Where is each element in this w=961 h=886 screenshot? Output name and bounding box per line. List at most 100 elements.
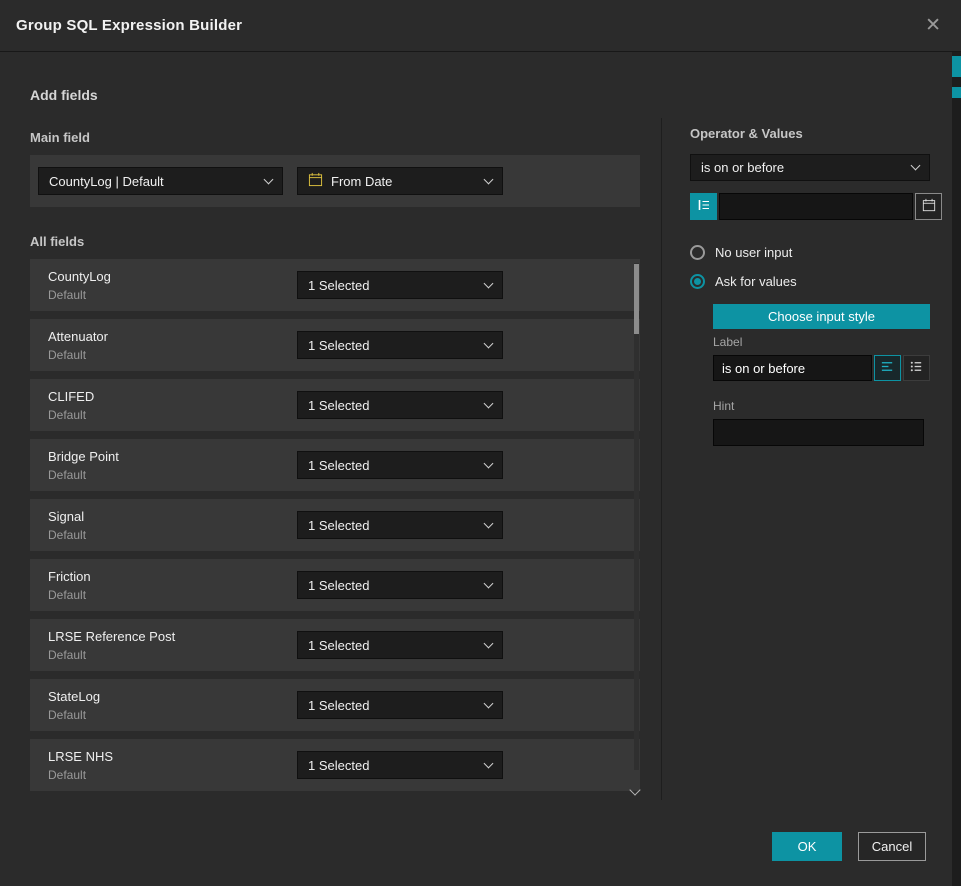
field-select[interactable]: 1 Selected — [297, 571, 503, 599]
field-select-label: 1 Selected — [308, 458, 369, 473]
field-row: StateLog Default 1 Selected — [30, 679, 640, 731]
field-input-mode-button[interactable] — [690, 193, 717, 220]
field-select-label: 1 Selected — [308, 338, 369, 353]
field-name: Signal — [48, 509, 297, 524]
field-select-label: 1 Selected — [308, 638, 369, 653]
field-labels: Signal Default — [48, 509, 297, 542]
chevron-down-icon — [484, 174, 494, 184]
field-select[interactable]: 1 Selected — [297, 631, 503, 659]
chevron-down-icon — [484, 698, 494, 708]
field-select[interactable]: 1 Selected — [297, 331, 503, 359]
align-left-icon — [880, 359, 895, 377]
field-row: Signal Default 1 Selected — [30, 499, 640, 551]
column-divider — [661, 118, 662, 800]
close-button[interactable]: ✕ — [925, 16, 941, 35]
date-field-select-label: From Date — [331, 174, 392, 189]
choose-input-style-button[interactable]: Choose input style — [713, 304, 930, 329]
cancel-button[interactable]: Cancel — [858, 832, 926, 861]
chevron-down-icon — [911, 161, 921, 171]
field-row: Friction Default 1 Selected — [30, 559, 640, 611]
calendar-icon — [308, 172, 323, 190]
field-row: LRSE NHS Default 1 Selected — [30, 739, 640, 791]
calendar-icon — [922, 198, 936, 215]
field-select[interactable]: 1 Selected — [297, 451, 503, 479]
scrollbar-thumb[interactable] — [634, 264, 639, 334]
no-user-input-radio[interactable]: No user input — [690, 245, 792, 260]
operator-select-label: is on or before — [701, 160, 784, 175]
date-picker-button[interactable] — [915, 193, 942, 220]
page-scrollbar[interactable] — [952, 52, 961, 886]
field-name: LRSE Reference Post — [48, 629, 297, 644]
ask-for-values-radio[interactable]: Ask for values — [690, 274, 797, 289]
field-labels: LRSE NHS Default — [48, 749, 297, 782]
field-select-label: 1 Selected — [308, 278, 369, 293]
bulleted-list-icon — [909, 359, 924, 377]
field-select[interactable]: 1 Selected — [297, 391, 503, 419]
field-select-label: 1 Selected — [308, 518, 369, 533]
operator-values-heading: Operator & Values — [690, 126, 803, 141]
main-field-panel: CountyLog | Default From Date — [30, 155, 640, 207]
field-sub: Default — [48, 708, 297, 722]
chevron-down-icon — [484, 278, 494, 288]
field-labels: Attenuator Default — [48, 329, 297, 362]
operator-select[interactable]: is on or before — [690, 154, 930, 181]
field-select-label: 1 Selected — [308, 398, 369, 413]
label-input[interactable] — [713, 355, 872, 381]
scroll-down-button[interactable] — [627, 782, 643, 796]
dialog: { "colors": { "accent": "#0d93a3" }, "he… — [0, 0, 961, 886]
label-style-list-button[interactable] — [903, 355, 930, 381]
chevron-down-icon — [484, 518, 494, 528]
ask-for-values-label: Ask for values — [715, 274, 797, 289]
all-fields-label: All fields — [30, 234, 84, 249]
field-labels: Friction Default — [48, 569, 297, 602]
field-select[interactable]: 1 Selected — [297, 691, 503, 719]
field-select[interactable]: 1 Selected — [297, 511, 503, 539]
dialog-title: Group SQL Expression Builder — [16, 17, 242, 34]
layer-select[interactable]: CountyLog | Default — [38, 167, 283, 195]
field-select[interactable]: 1 Selected — [297, 271, 503, 299]
chevron-down-icon — [484, 398, 494, 408]
field-select-label: 1 Selected — [308, 698, 369, 713]
field-row: CLIFED Default 1 Selected — [30, 379, 640, 431]
close-icon: ✕ — [925, 15, 941, 36]
field-labels: Bridge Point Default — [48, 449, 297, 482]
scrollbar-mark — [952, 56, 961, 77]
field-name: Bridge Point — [48, 449, 297, 464]
chevron-down-icon — [484, 638, 494, 648]
all-fields-list: CountyLog Default 1 Selected Attenuator … — [30, 259, 640, 799]
field-name: Attenuator — [48, 329, 297, 344]
chevron-down-icon — [629, 784, 640, 795]
radio-unchecked-icon — [690, 245, 705, 260]
chevron-down-icon — [484, 578, 494, 588]
field-name: Friction — [48, 569, 297, 584]
ok-button[interactable]: OK — [772, 832, 842, 861]
scrollbar-mark — [952, 87, 961, 98]
field-sub: Default — [48, 348, 297, 362]
field-sub: Default — [48, 768, 297, 782]
value-input[interactable] — [719, 193, 913, 220]
field-name: StateLog — [48, 689, 297, 704]
chevron-down-icon — [484, 458, 494, 468]
field-select-label: 1 Selected — [308, 578, 369, 593]
field-select-label: 1 Selected — [308, 758, 369, 773]
value-row — [690, 193, 930, 220]
field-labels: LRSE Reference Post Default — [48, 629, 297, 662]
main-field-label: Main field — [30, 130, 90, 145]
dialog-header: Group SQL Expression Builder ✕ — [0, 0, 961, 52]
label-style-text-button[interactable] — [874, 355, 901, 381]
date-field-select[interactable]: From Date — [297, 167, 503, 195]
field-name: CLIFED — [48, 389, 297, 404]
radio-checked-icon — [690, 274, 705, 289]
field-select[interactable]: 1 Selected — [297, 751, 503, 779]
no-user-input-label: No user input — [715, 245, 792, 260]
field-sub: Default — [48, 468, 297, 482]
field-sub: Default — [48, 528, 297, 542]
field-sub: Default — [48, 648, 297, 662]
chevron-down-icon — [264, 174, 274, 184]
hint-input[interactable] — [713, 419, 924, 446]
layer-select-label: CountyLog | Default — [49, 174, 164, 189]
form-field-icon — [696, 197, 712, 216]
field-name: CountyLog — [48, 269, 297, 284]
hint-caption: Hint — [713, 399, 734, 413]
list-scrollbar[interactable] — [634, 263, 639, 770]
